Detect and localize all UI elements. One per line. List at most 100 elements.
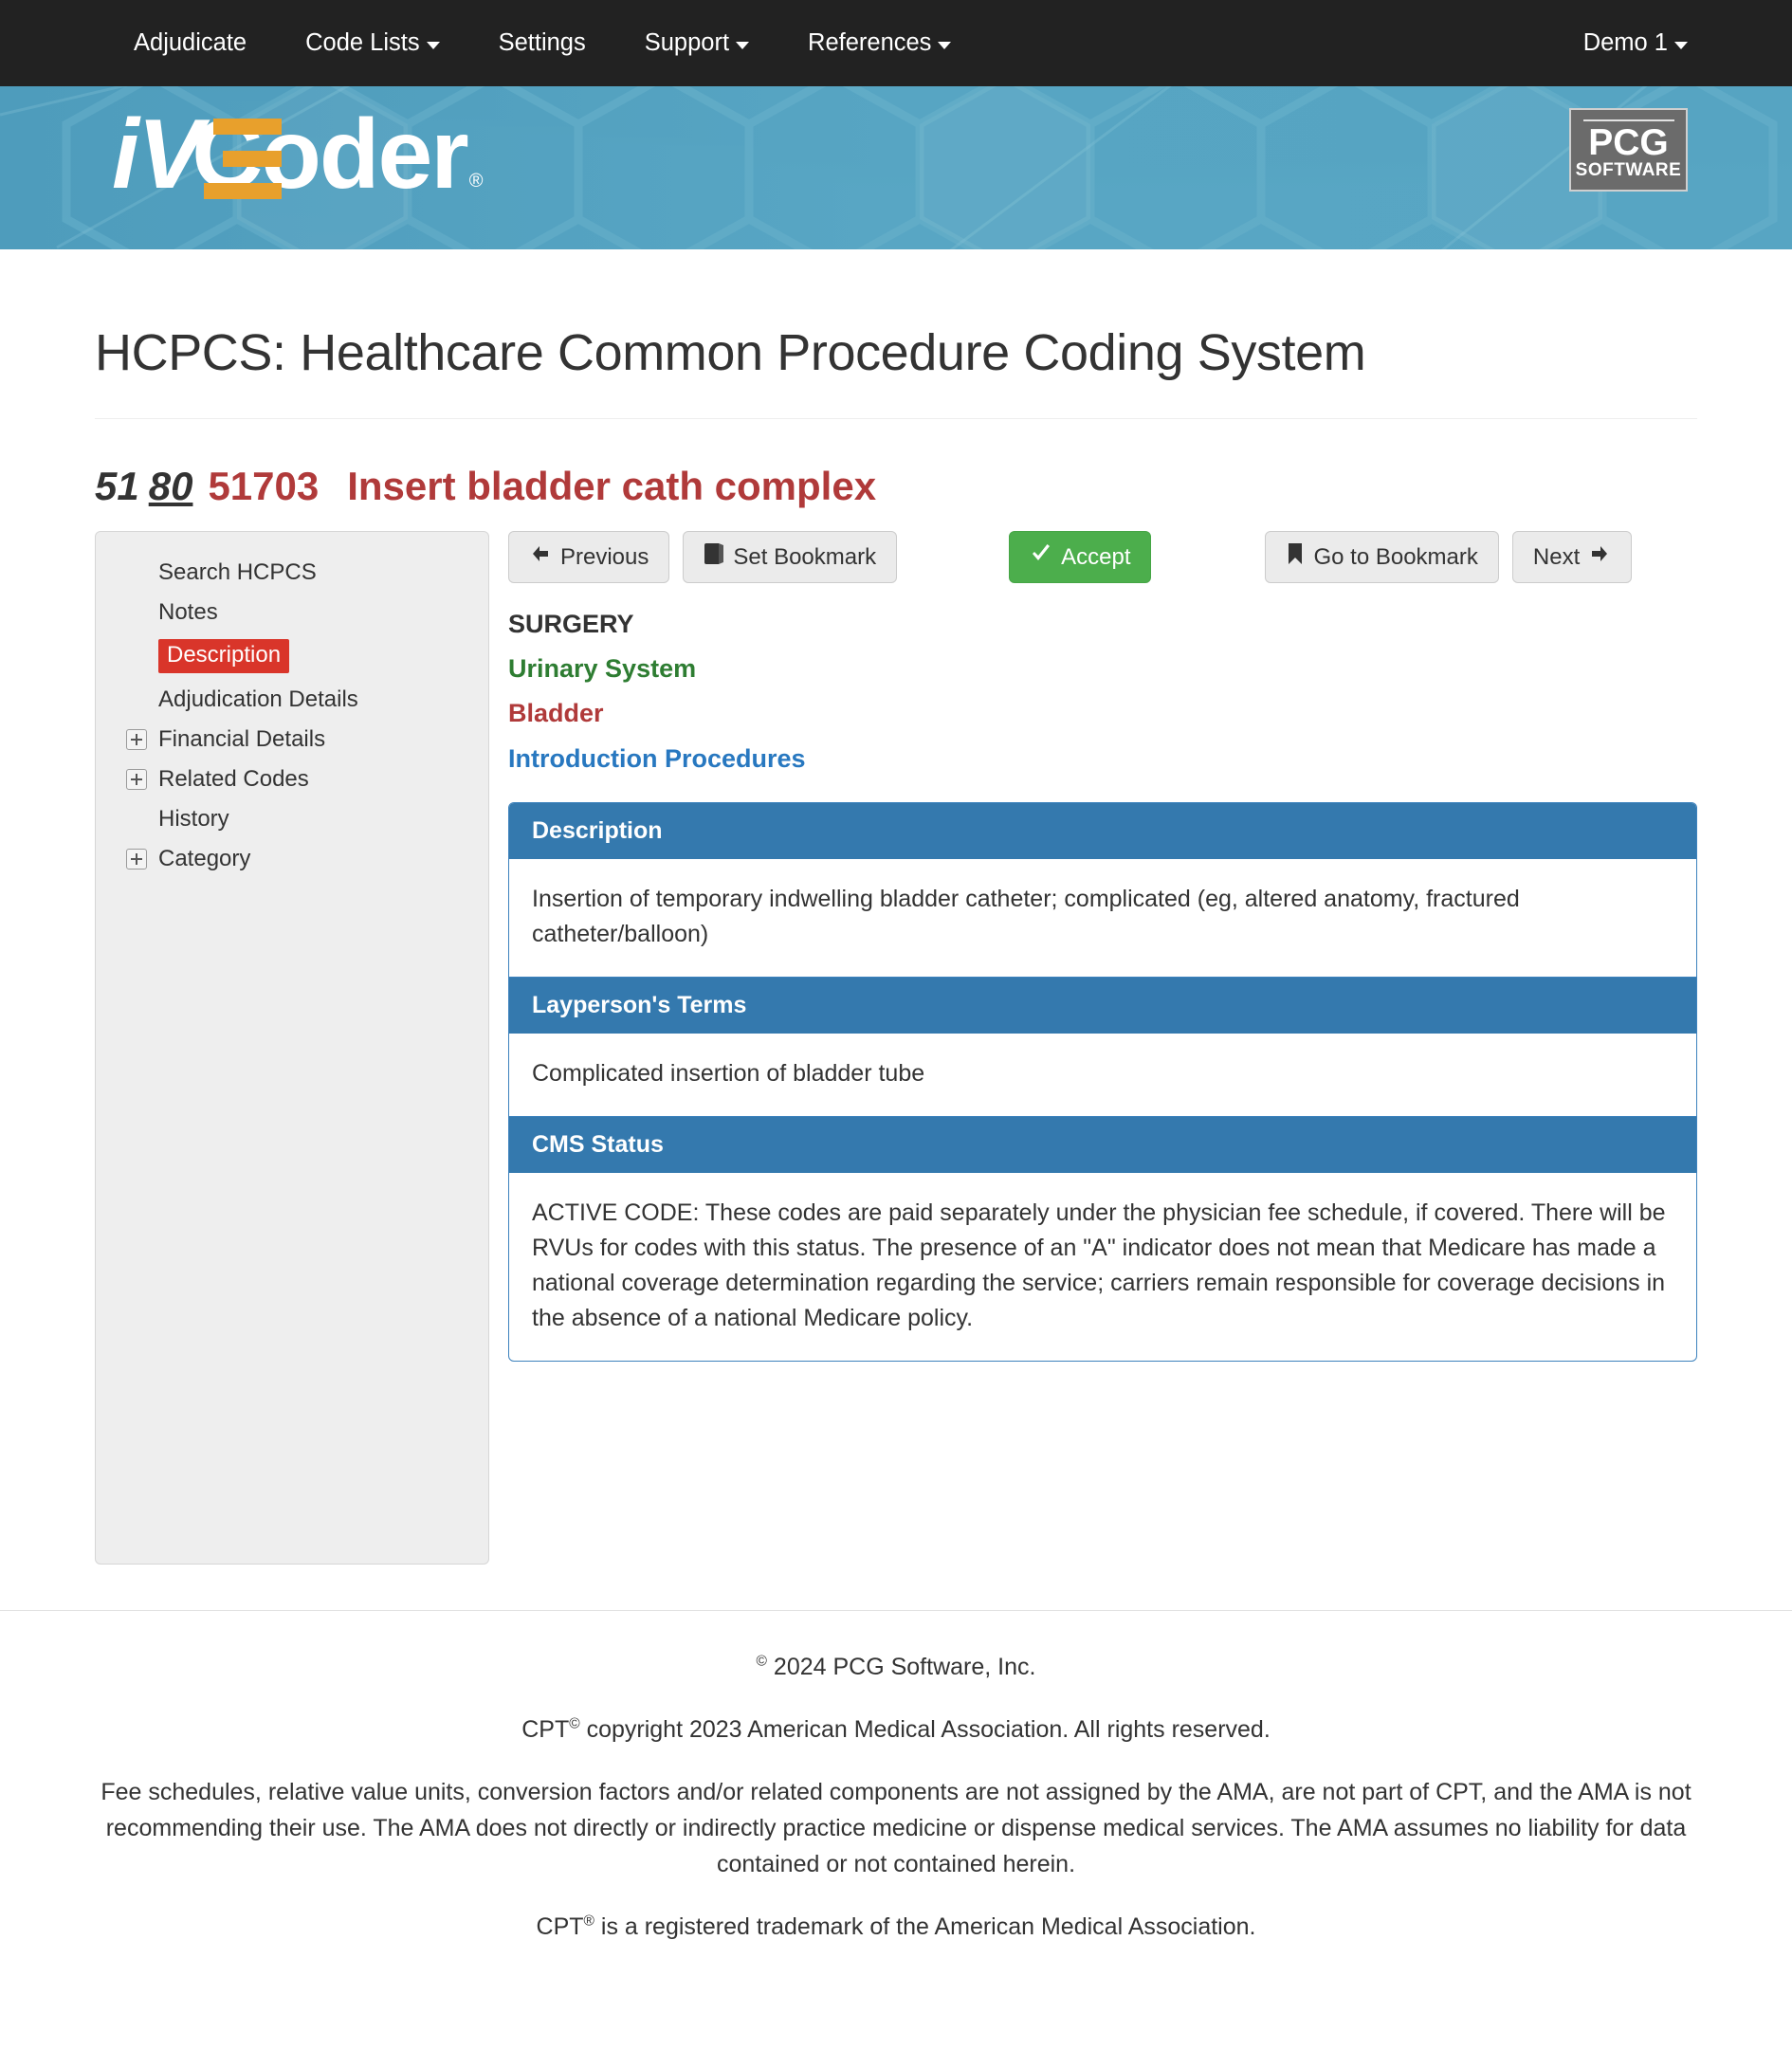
logo-letter-v: V — [137, 100, 203, 210]
arrow-right-icon — [1588, 542, 1611, 572]
sidebar-item-history[interactable]: History — [126, 799, 488, 839]
plus-expander-icon[interactable] — [126, 769, 147, 791]
plus-expander-icon[interactable] — [126, 849, 147, 870]
hcpcs-code-description: Insert bladder cath complex — [347, 463, 877, 508]
nav-label-code-lists: Code Lists — [305, 29, 420, 56]
description-panel: Description Insertion of temporary indwe… — [508, 801, 1697, 1362]
hierarchy-section: SURGERY — [508, 610, 634, 639]
go-to-bookmark-label: Go to Bookmark — [1313, 543, 1478, 570]
sidebar-item-description[interactable]: Description — [126, 632, 488, 680]
description-panel-heading: Description — [509, 802, 1696, 859]
pcg-divider — [1582, 119, 1674, 121]
logo-orange-bars-icon — [204, 119, 282, 199]
sidebar-label-category: Category — [158, 846, 251, 872]
sidebar-item-financial-details[interactable]: Financial Details — [126, 720, 488, 760]
nav-item-user-menu[interactable]: Demo 1 — [1554, 0, 1688, 86]
nav-label-adjudicate: Adjudicate — [134, 29, 247, 56]
page-title: HCPCS: Healthcare Common Procedure Codin… — [95, 324, 1366, 381]
modifier-80[interactable]: 80 — [149, 464, 193, 508]
pcg-logo-bottom-text: SOFTWARE — [1575, 159, 1682, 180]
footer-cpt-copyright: CPT© copyright 2023 American Medical Ass… — [95, 1711, 1697, 1748]
top-navbar: Adjudicate Code Lists Settings Support R… — [0, 0, 1792, 86]
description-panel-body: Insertion of temporary indwelling bladde… — [532, 885, 1520, 947]
sidebar-label-search-hcpcs: Search HCPCS — [158, 559, 317, 586]
sidebar-item-category[interactable]: Category — [126, 839, 488, 879]
pcg-software-logo[interactable]: PCG SOFTWARE — [1569, 108, 1688, 192]
check-icon — [1030, 542, 1052, 572]
registered-symbol: ® — [583, 1913, 594, 1930]
footer-cpt-suffix: copyright 2023 American Medical Associat… — [579, 1716, 1271, 1744]
pcg-logo-top-text: PCG — [1588, 121, 1669, 163]
sidebar-item-adjudication-details[interactable]: Adjudication Details — [126, 680, 488, 720]
layperson-terms-panel-body: Complicated insertion of bladder tube — [532, 1059, 925, 1087]
sidebar-label-description: Description — [158, 639, 290, 674]
plus-expander-icon[interactable] — [126, 729, 147, 751]
chevron-down-icon — [938, 41, 952, 49]
go-to-bookmark-button[interactable]: Go to Bookmark — [1265, 531, 1499, 584]
page-container: HCPCS: Healthcare Common Procedure Codin… — [0, 323, 1792, 1565]
nav-label-references: References — [808, 29, 932, 56]
accept-button[interactable]: Accept — [1009, 531, 1152, 584]
modifier-51[interactable]: 51 — [95, 464, 139, 508]
sidebar-label-notes: Notes — [158, 599, 218, 626]
code-heading: 51 80 51703 Insert bladder cath complex — [95, 463, 1697, 510]
brand-banner: iVCoder ® PCG SOFTWARE — [0, 86, 1792, 249]
action-toolbar: Previous Set Bookmark Accept Go to Bookm… — [508, 531, 1697, 584]
previous-button[interactable]: Previous — [508, 531, 670, 584]
ivecoder-logo[interactable]: iVCoder ® — [112, 105, 484, 204]
chevron-down-icon — [426, 41, 440, 49]
sidebar-item-notes[interactable]: Notes — [126, 593, 488, 632]
accept-label: Accept — [1061, 543, 1131, 570]
set-bookmark-button[interactable]: Set Bookmark — [683, 531, 898, 584]
code-hierarchy: SURGERY Urinary System Bladder Introduct… — [508, 606, 1697, 778]
sidebar-label-related-codes: Related Codes — [158, 766, 309, 793]
hcpcs-code-number: 51703 — [208, 463, 320, 508]
chevron-down-icon — [736, 41, 750, 49]
footer-trademark: CPT® is a registered trademark of the Am… — [95, 1909, 1697, 1945]
nav-item-code-lists[interactable]: Code Lists — [276, 0, 468, 86]
hierarchy-procedure-group-link[interactable]: Introduction Procedures — [508, 741, 1697, 778]
navbar-menu: Adjudicate Code Lists Settings Support R… — [104, 0, 980, 86]
sidebar-item-related-codes[interactable]: Related Codes — [126, 760, 488, 799]
sidebar-label-adjudication-details: Adjudication Details — [158, 686, 358, 713]
cms-status-panel-body: ACTIVE CODE: These codes are paid separa… — [532, 1199, 1666, 1331]
hierarchy-organ-link[interactable]: Bladder — [508, 695, 1697, 732]
chevron-down-icon — [1674, 41, 1688, 49]
nav-label-settings: Settings — [498, 29, 586, 56]
set-bookmark-label: Set Bookmark — [733, 543, 877, 570]
nav-item-references[interactable]: References — [778, 0, 980, 86]
title-divider — [95, 417, 1697, 419]
footer-trademark-prefix: CPT — [536, 1913, 584, 1941]
nav-label-support: Support — [644, 29, 730, 56]
nav-label-user: Demo 1 — [1582, 29, 1668, 56]
copyright-symbol: © — [756, 1653, 767, 1670]
content-row: Search HCPCS Notes Description Adjudicat… — [95, 531, 1697, 1565]
navigation-sidebar: Search HCPCS Notes Description Adjudicat… — [95, 531, 489, 1565]
footer-copyright: © 2024 PCG Software, Inc. — [95, 1649, 1697, 1685]
footer-trademark-suffix: is a registered trademark of the America… — [594, 1913, 1256, 1941]
page-footer: © 2024 PCG Software, Inc. CPT© copyright… — [0, 1611, 1792, 1986]
sidebar-item-search-hcpcs[interactable]: Search HCPCS — [126, 553, 488, 593]
footer-ama-disclaimer: Fee schedules, relative value units, con… — [101, 1779, 1691, 1878]
logo-wordmark: iVCoder — [112, 105, 469, 204]
hierarchy-system-link[interactable]: Urinary System — [508, 650, 1697, 687]
footer-copyright-text: 2024 PCG Software, Inc. — [766, 1654, 1036, 1681]
cms-status-panel-heading: CMS Status — [509, 1115, 1696, 1173]
nav-item-support[interactable]: Support — [615, 0, 778, 86]
main-content: Previous Set Bookmark Accept Go to Bookm… — [489, 531, 1697, 1362]
copyright-symbol: © — [569, 1715, 580, 1732]
book-icon — [704, 542, 724, 572]
footer-cpt-prefix: CPT — [521, 1716, 570, 1744]
sidebar-label-financial-details: Financial Details — [158, 726, 326, 753]
bookmark-icon — [1286, 542, 1305, 572]
next-button[interactable]: Next — [1511, 531, 1633, 584]
logo-letter-i: i — [112, 100, 139, 210]
next-label: Next — [1532, 543, 1581, 570]
logo-registered-mark: ® — [468, 171, 484, 192]
layperson-terms-panel-heading: Layperson's Terms — [509, 976, 1696, 1034]
arrow-left-icon — [529, 542, 552, 572]
nav-item-adjudicate[interactable]: Adjudicate — [104, 0, 276, 86]
navbar-user-area: Demo 1 — [1554, 0, 1688, 86]
sidebar-label-history: History — [158, 806, 229, 833]
nav-item-settings[interactable]: Settings — [469, 0, 615, 86]
